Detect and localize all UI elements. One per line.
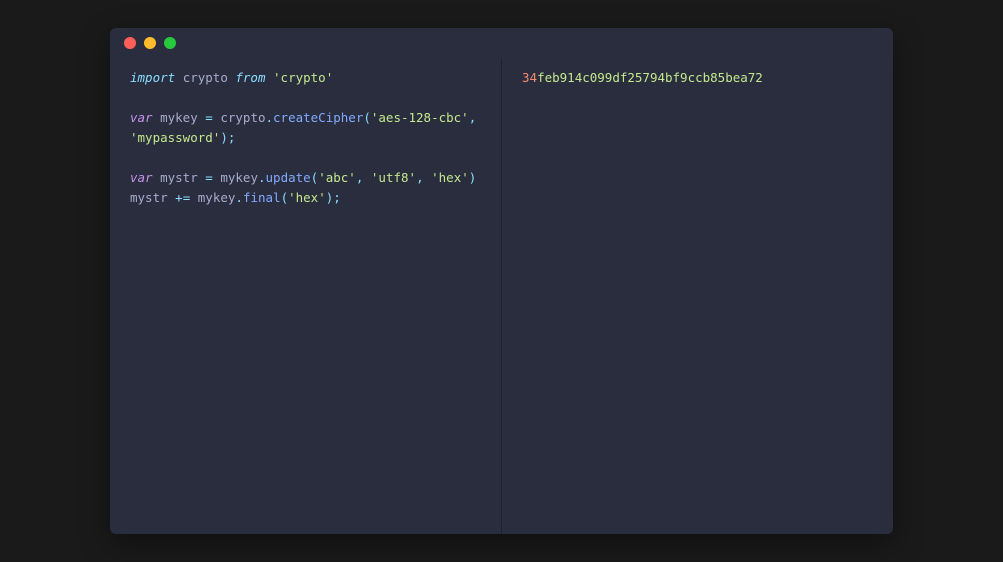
- identifier: crypto: [220, 110, 265, 125]
- punct: .: [266, 110, 274, 125]
- method-call: final: [243, 190, 281, 205]
- punct: .: [258, 170, 266, 185]
- editor-window: import crypto from 'crypto' var mykey = …: [110, 28, 893, 534]
- punct: ,: [416, 170, 424, 185]
- string-literal: 'crypto': [273, 70, 333, 85]
- minimize-icon[interactable]: [144, 37, 156, 49]
- window-titlebar: [110, 28, 893, 58]
- string-literal: 'hex': [288, 190, 326, 205]
- identifier: mykey: [198, 190, 236, 205]
- punct: ,: [356, 170, 364, 185]
- keyword-from: from: [235, 70, 265, 85]
- output-number: 34: [522, 70, 537, 85]
- close-icon[interactable]: [124, 37, 136, 49]
- output-string: feb914c099df25794bf9ccb85bea72: [537, 70, 763, 85]
- keyword-var: var: [130, 110, 153, 125]
- punct: (: [363, 110, 371, 125]
- operator: +=: [175, 190, 190, 205]
- punct: ): [469, 170, 477, 185]
- code-editor-pane[interactable]: import crypto from 'crypto' var mykey = …: [110, 58, 502, 534]
- string-literal: 'abc': [318, 170, 356, 185]
- identifier: mystr: [130, 190, 168, 205]
- string-literal: 'hex': [431, 170, 469, 185]
- string-literal: 'utf8': [371, 170, 416, 185]
- identifier: crypto: [183, 70, 228, 85]
- keyword-var: var: [130, 170, 153, 185]
- punct: (: [281, 190, 289, 205]
- string-literal: 'mypassword': [130, 130, 220, 145]
- punct: ;: [228, 130, 236, 145]
- operator: =: [205, 170, 213, 185]
- identifier: mystr: [160, 170, 198, 185]
- zoom-icon[interactable]: [164, 37, 176, 49]
- operator: =: [205, 110, 213, 125]
- identifier: mykey: [220, 170, 258, 185]
- method-call: createCipher: [273, 110, 363, 125]
- keyword-import: import: [130, 70, 175, 85]
- identifier: mykey: [160, 110, 198, 125]
- output-pane[interactable]: 34feb914c099df25794bf9ccb85bea72: [502, 58, 893, 534]
- method-call: update: [266, 170, 311, 185]
- punct: ): [220, 130, 228, 145]
- split-panes: import crypto from 'crypto' var mykey = …: [110, 58, 893, 534]
- string-literal: 'aes-128-cbc': [371, 110, 469, 125]
- punct: .: [235, 190, 243, 205]
- punct: ,: [469, 110, 477, 125]
- punct: ;: [333, 190, 341, 205]
